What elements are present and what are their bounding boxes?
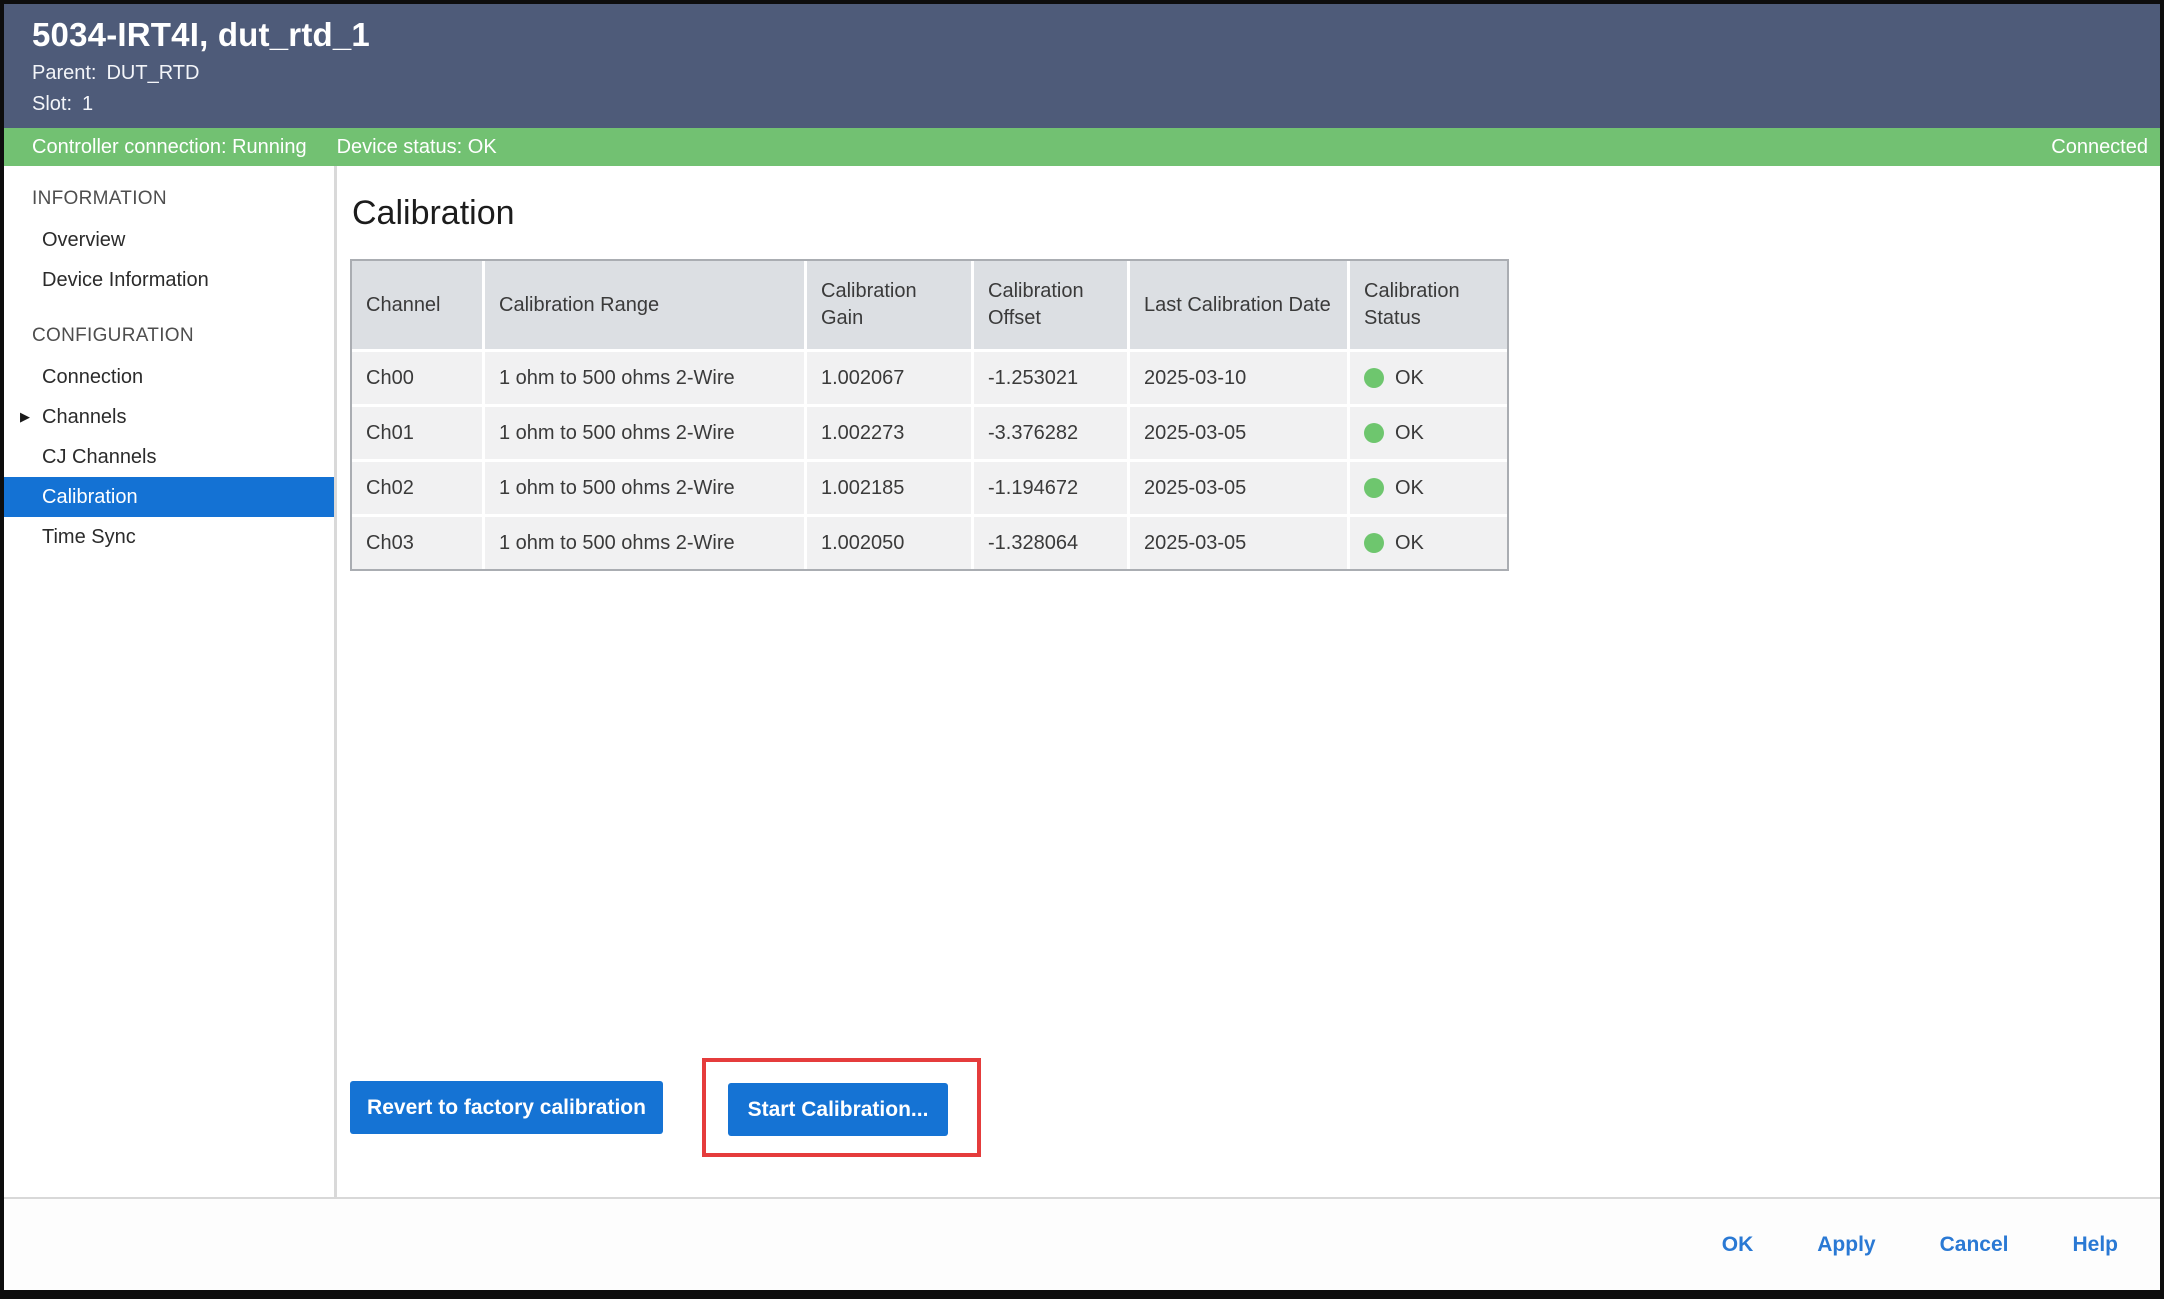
cell-gain: 1.002273 <box>804 404 971 459</box>
slot-line: Slot: 1 <box>32 91 2160 117</box>
sidebar: INFORMATION Overview Device Information … <box>4 166 337 1197</box>
footer-bar: OK Apply Cancel Help <box>4 1197 2160 1290</box>
ok-button[interactable]: OK <box>1722 1233 1754 1257</box>
parent-line: Parent: DUT_RTD <box>32 60 2160 86</box>
sidebar-item-label: Device Information <box>42 269 209 291</box>
cell-channel: Ch00 <box>352 349 482 404</box>
annotation-highlight-box: Start Calibration... <box>702 1058 981 1157</box>
sidebar-item-calibration[interactable]: Calibration <box>4 477 334 517</box>
expander-right-icon[interactable]: ▶ <box>20 397 30 437</box>
cell-range: 1 ohm to 500 ohms 2-Wire <box>482 459 804 514</box>
cell-gain: 1.002067 <box>804 349 971 404</box>
sidebar-item-label: CJ Channels <box>42 446 157 468</box>
status-badge: OK <box>1395 532 1424 555</box>
status-badge: OK <box>1395 367 1424 390</box>
parent-value: DUT_RTD <box>106 62 199 84</box>
cell-status: OK <box>1347 349 1507 404</box>
cell-date: 2025-03-05 <box>1127 404 1347 459</box>
cell-date: 2025-03-10 <box>1127 349 1347 404</box>
column-header-calibration-range: Calibration Range <box>482 261 804 349</box>
sidebar-item-cj-channels[interactable]: CJ Channels <box>4 437 334 477</box>
sidebar-item-channels[interactable]: ▶ Channels <box>4 397 334 437</box>
cell-channel: Ch02 <box>352 459 482 514</box>
main-panel: Calibration Channel Calibration Range Ca… <box>337 166 2160 1197</box>
cell-gain: 1.002050 <box>804 514 971 569</box>
help-button[interactable]: Help <box>2072 1233 2118 1257</box>
cell-channel: Ch03 <box>352 514 482 569</box>
connected-status: Connected <box>2051 136 2148 159</box>
start-calibration-button[interactable]: Start Calibration... <box>728 1083 948 1136</box>
status-badge: OK <box>1395 477 1424 500</box>
slot-value: 1 <box>82 93 93 115</box>
controller-connection-status: Controller connection: Running <box>32 136 307 159</box>
status-bar: Controller connection: Running Device st… <box>4 128 2160 166</box>
action-buttons-row: Revert to factory calibration Start Cali… <box>350 1058 981 1157</box>
sidebar-item-overview[interactable]: Overview <box>4 220 334 260</box>
status-badge: OK <box>1395 422 1424 445</box>
table-row[interactable]: Ch00 1 ohm to 500 ohms 2-Wire 1.002067 -… <box>352 349 1507 404</box>
calibration-table: Channel Calibration Range Calibration Ga… <box>350 259 1509 571</box>
cell-range: 1 ohm to 500 ohms 2-Wire <box>482 349 804 404</box>
cell-range: 1 ohm to 500 ohms 2-Wire <box>482 514 804 569</box>
column-header-channel: Channel <box>352 261 482 349</box>
sidebar-section-configuration: CONFIGURATION <box>4 316 334 357</box>
sidebar-item-device-information[interactable]: Device Information <box>4 260 334 300</box>
table-row[interactable]: Ch03 1 ohm to 500 ohms 2-Wire 1.002050 -… <box>352 514 1507 569</box>
column-header-calibration-status: Calibration Status <box>1347 261 1507 349</box>
parent-label: Parent: <box>32 62 96 84</box>
page-heading: Calibration <box>352 194 2160 233</box>
cell-status: OK <box>1347 404 1507 459</box>
sidebar-section-information: INFORMATION <box>4 179 334 220</box>
device-title: 5034-IRT4I, dut_rtd_1 <box>32 15 2160 55</box>
column-header-last-calibration-date: Last Calibration Date <box>1127 261 1347 349</box>
status-ok-dot-icon <box>1364 423 1384 443</box>
sidebar-item-label: Channels <box>42 406 127 428</box>
device-configuration-window: 5034-IRT4I, dut_rtd_1 Parent: DUT_RTD Slo… <box>0 0 2164 1299</box>
apply-button[interactable]: Apply <box>1817 1233 1875 1257</box>
sidebar-item-connection[interactable]: Connection <box>4 357 334 397</box>
table-row[interactable]: Ch02 1 ohm to 500 ohms 2-Wire 1.002185 -… <box>352 459 1507 514</box>
sidebar-item-label: Connection <box>42 366 143 388</box>
cell-range: 1 ohm to 500 ohms 2-Wire <box>482 404 804 459</box>
table-header-row: Channel Calibration Range Calibration Ga… <box>352 261 1507 349</box>
cell-gain: 1.002185 <box>804 459 971 514</box>
cell-channel: Ch01 <box>352 404 482 459</box>
column-header-calibration-offset: Calibration Offset <box>971 261 1127 349</box>
cell-offset: -1.253021 <box>971 349 1127 404</box>
status-ok-dot-icon <box>1364 478 1384 498</box>
revert-factory-calibration-button[interactable]: Revert to factory calibration <box>350 1081 663 1134</box>
cell-offset: -1.328064 <box>971 514 1127 569</box>
titlebar: 5034-IRT4I, dut_rtd_1 Parent: DUT_RTD Slo… <box>4 4 2160 128</box>
content-area: INFORMATION Overview Device Information … <box>4 166 2160 1197</box>
device-status: Device status: OK <box>337 136 497 159</box>
sidebar-item-time-sync[interactable]: Time Sync <box>4 517 334 557</box>
cell-status: OK <box>1347 459 1507 514</box>
cell-date: 2025-03-05 <box>1127 514 1347 569</box>
cell-offset: -1.194672 <box>971 459 1127 514</box>
sidebar-item-label: Calibration <box>42 486 138 508</box>
cell-offset: -3.376282 <box>971 404 1127 459</box>
status-ok-dot-icon <box>1364 368 1384 388</box>
cancel-button[interactable]: Cancel <box>1940 1233 2009 1257</box>
column-header-calibration-gain: Calibration Gain <box>804 261 971 349</box>
cell-date: 2025-03-05 <box>1127 459 1347 514</box>
table-row[interactable]: Ch01 1 ohm to 500 ohms 2-Wire 1.002273 -… <box>352 404 1507 459</box>
sidebar-item-label: Time Sync <box>42 526 136 548</box>
sidebar-item-label: Overview <box>42 229 125 251</box>
slot-label: Slot: <box>32 93 72 115</box>
cell-status: OK <box>1347 514 1507 569</box>
status-ok-dot-icon <box>1364 533 1384 553</box>
